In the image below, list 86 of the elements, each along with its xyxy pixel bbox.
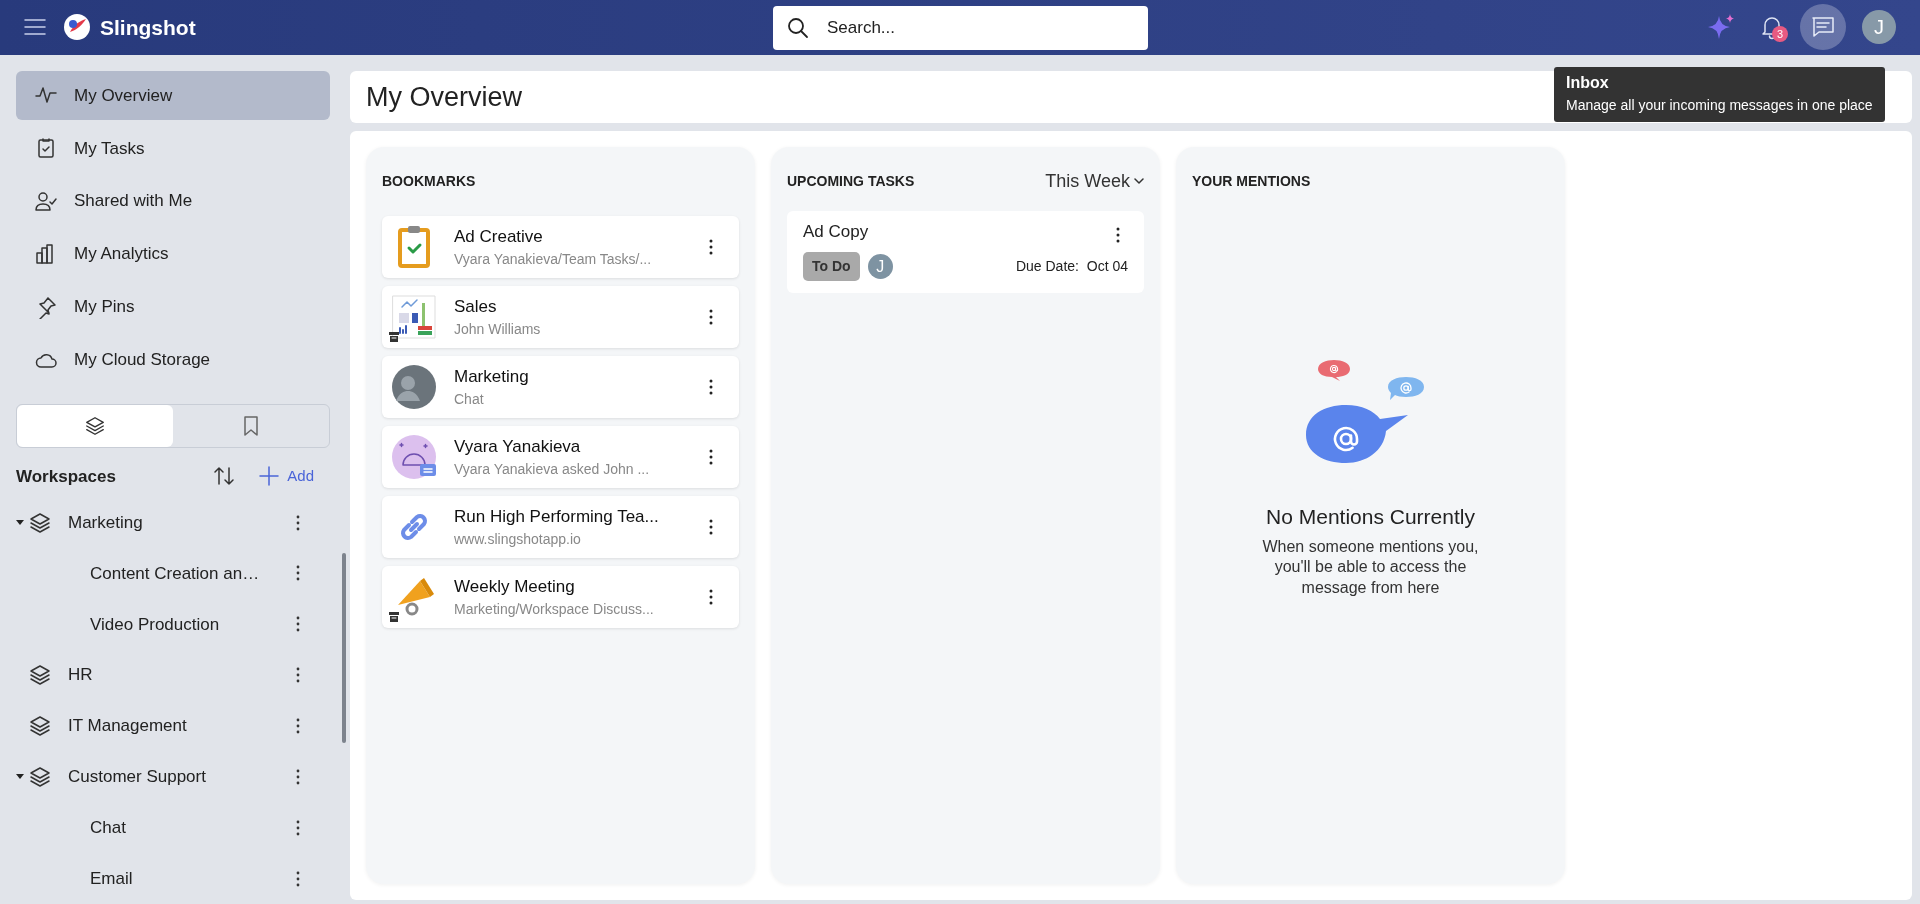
bookmark-title: Ad Creative	[454, 225, 544, 248]
bookmark-card[interactable]: Sales John Williams	[382, 285, 739, 348]
workspace-subitem[interactable]: Video Production	[90, 611, 220, 637]
layers-icon	[28, 764, 52, 789]
more-icon[interactable]	[296, 616, 300, 633]
bookmark-title: Weekly Meeting	[454, 575, 576, 598]
bookmark-subtitle: John Williams	[454, 320, 542, 340]
empty-message: When someone mentions you, you'll be able to access the message from here	[1261, 536, 1480, 599]
more-icon[interactable]	[296, 565, 300, 582]
bookmark-title: Marketing	[454, 365, 530, 388]
avatar-placeholder	[390, 362, 438, 411]
section-title: Workspaces	[16, 465, 116, 488]
bookmark-title: Run High Performing Tea...	[454, 505, 660, 528]
robot-chat-icon	[390, 432, 438, 481]
layers-icon	[28, 663, 52, 688]
period-dropdown[interactable]: This Week	[1045, 167, 1144, 195]
workspace-item[interactable]: Customer Support	[68, 764, 206, 790]
bookmark-icon	[241, 415, 261, 437]
workspace-item[interactable]: IT Management	[68, 713, 187, 739]
workspace-subitem[interactable]: Content Creation an…	[90, 560, 260, 587]
bookmark-subtitle: www.slingshotapp.io	[454, 530, 582, 550]
notification-badge: 3	[1772, 26, 1788, 43]
message-icon	[1811, 16, 1835, 39]
more-icon	[1116, 226, 1120, 243]
bookmark-card[interactable]: Marketing Chat	[382, 355, 739, 418]
more-icon[interactable]	[296, 667, 300, 684]
due-date: Due Date: Oct 04	[1015, 257, 1128, 277]
bookmark-card[interactable]: Run High Performing Tea... www.slingshotapp.io	[382, 495, 739, 558]
more-icon	[709, 448, 713, 465]
column-title: BOOKMARKS	[382, 171, 477, 191]
sidebar-item[interactable]: Shared with Me	[16, 176, 330, 226]
sidebar-item[interactable]: My Tasks	[16, 123, 330, 173]
workspace-item[interactable]: Marketing	[68, 509, 143, 536]
menu-icon	[24, 18, 46, 37]
layers-icon	[84, 415, 106, 437]
plus-icon	[259, 466, 280, 487]
sidebar-item[interactable]: My Analytics	[16, 229, 330, 279]
workspace-subitem[interactable]: Email	[90, 865, 133, 892]
menu-button[interactable]	[24, 18, 46, 37]
bookmark-subtitle: Vyara Yanakieva asked John ...	[454, 460, 651, 480]
sort-icon	[213, 465, 236, 488]
task-title: Ad Copy	[803, 220, 869, 243]
more-icon[interactable]	[296, 870, 300, 887]
add-button[interactable]: Add	[259, 465, 314, 488]
scrollbar-thumb[interactable]	[342, 552, 346, 743]
column-title: YOUR MENTIONS	[1192, 171, 1312, 191]
more-icon[interactable]	[296, 514, 300, 531]
layers-icon	[28, 714, 52, 738]
sidebar-item[interactable]: My Cloud Storage	[16, 335, 330, 385]
more-icon	[709, 238, 713, 255]
bookmark-card[interactable]: Weekly Meeting Marketing/Workspace Discuss...	[382, 565, 739, 628]
column-title: UPCOMING TASKS	[787, 171, 915, 191]
bookmark-subtitle: Vyara Yanakieva/Team Tasks/...	[454, 250, 653, 270]
assignee-avatar: J	[867, 254, 893, 280]
bookmark-title: Vyara Yanakieva	[454, 435, 582, 458]
more-icon	[709, 378, 713, 395]
bookmark-subtitle: Chat	[454, 390, 485, 410]
more-icon[interactable]	[296, 768, 300, 785]
more-icon[interactable]	[296, 718, 300, 734]
workspace-subitem[interactable]: Chat	[90, 815, 126, 841]
sort-button[interactable]	[213, 465, 236, 488]
bookmark-card[interactable]: Vyara Yanakieva Vyara Yanakieva asked John ...	[382, 425, 739, 488]
dashboard-thumbnail-icon	[390, 292, 438, 341]
tooltip-text: Manage all your incoming messages in one place	[1566, 96, 1873, 115]
page-title: My Overview	[366, 80, 522, 114]
more-icon	[709, 308, 713, 325]
bookmark-card[interactable]: Ad Creative Vyara Yanakieva/Team Tasks/...	[382, 215, 739, 278]
bookmark-subtitle: Marketing/Workspace Discuss...	[454, 600, 655, 620]
person-check-icon	[34, 189, 58, 214]
chevron-down-icon	[1134, 178, 1144, 185]
empty-title: No Mentions Currently	[1266, 504, 1475, 530]
sidebar-item[interactable]: My Overview	[16, 70, 330, 120]
more-icon[interactable]	[296, 819, 300, 836]
sidebar-item[interactable]: My Pins	[16, 282, 330, 332]
more-icon	[709, 588, 713, 605]
more-icon	[709, 518, 713, 535]
task-card[interactable]: Ad Copy To Do J Due Date: Oct 04	[787, 210, 1144, 294]
logo-icon	[62, 12, 92, 43]
workspace-item[interactable]: HR	[68, 662, 93, 688]
bookmark-title: Sales	[454, 295, 498, 318]
status-badge: To Do	[803, 252, 860, 282]
search-field[interactable]: Search...	[773, 6, 1148, 50]
app-name: Slingshot	[100, 14, 196, 41]
tooltip-title: Inbox	[1566, 74, 1609, 91]
inbox-button[interactable]	[1800, 4, 1846, 51]
layers-icon	[28, 510, 52, 535]
